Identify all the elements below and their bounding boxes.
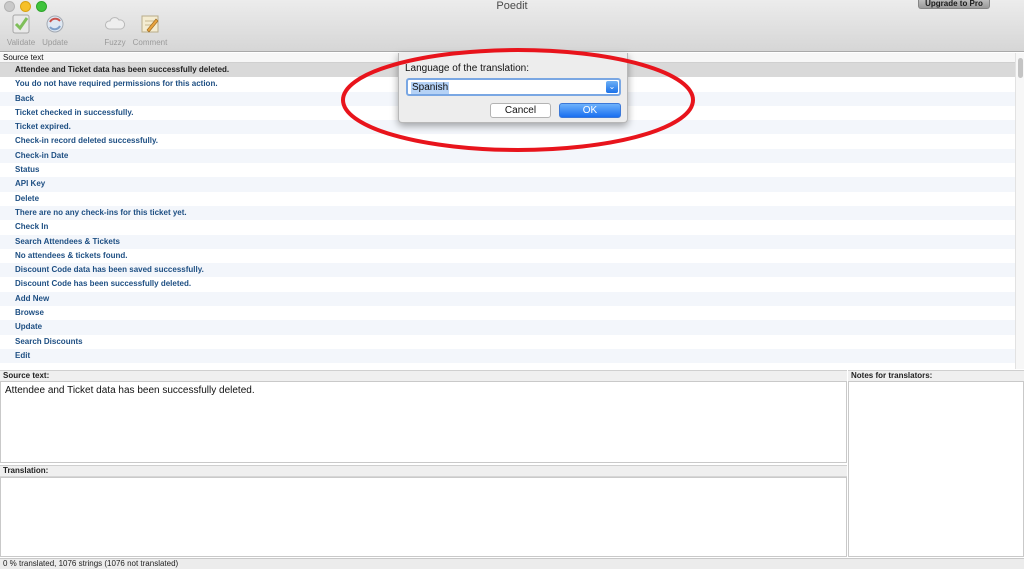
notes-view [848, 381, 1024, 557]
update-button[interactable]: Update [35, 13, 75, 47]
selected-language: Spanish [411, 82, 450, 94]
title-bar: Poedit Upgrade to Pro Validate Update Fu… [0, 0, 1024, 52]
list-item[interactable]: No attendees & tickets found. [0, 249, 1015, 263]
list-item[interactable]: API Key [0, 177, 1015, 192]
list-item[interactable]: Delete [0, 192, 1015, 206]
list-item[interactable]: Discount Code has been successfully dele… [0, 277, 1015, 291]
list-item[interactable]: Check-in record deleted successfully. [0, 134, 1015, 148]
status-bar: 0 % translated, 1076 strings (1076 not t… [0, 558, 1024, 569]
list-item[interactable]: Check-in Date [0, 148, 1015, 164]
list-item[interactable]: Search Attendees & Tickets [0, 234, 1015, 249]
source-text-view: Attendee and Ticket data has been succes… [0, 381, 847, 463]
window-title: Poedit [496, 0, 528, 12]
source-column-header[interactable]: Source text [3, 53, 43, 62]
comment-button[interactable]: Comment [130, 13, 170, 47]
chevron-down-icon[interactable]: ⌄ [606, 81, 618, 93]
list-item[interactable]: Browse [0, 306, 1015, 320]
translation-input[interactable] [0, 477, 847, 557]
list-item[interactable]: Status [0, 163, 1015, 177]
pencil-note-icon [141, 15, 159, 33]
fuzzy-label: Fuzzy [104, 38, 126, 47]
scrollbar-thumb[interactable] [1018, 58, 1023, 78]
list-item[interactable]: There are no any check-ins for this tick… [0, 205, 1015, 221]
update-icon [46, 15, 64, 33]
comment-label: Comment [132, 38, 168, 47]
language-dialog: Language of the translation: Spanish ⌄ C… [398, 53, 628, 123]
list-item[interactable]: Edit [0, 348, 1015, 364]
language-select[interactable]: Spanish ⌄ [406, 78, 621, 96]
ok-button[interactable]: OK [559, 103, 621, 118]
validate-icon [12, 14, 30, 34]
list-item[interactable]: Search Discounts [0, 335, 1015, 349]
cloud-icon [105, 17, 126, 30]
list-item[interactable]: Add New [0, 291, 1015, 307]
source-text-value: Attendee and Ticket data has been succes… [5, 385, 255, 396]
poedit-window: Poedit Upgrade to Pro Validate Update Fu… [0, 0, 1024, 569]
list-item[interactable]: Update [0, 320, 1015, 335]
list-item[interactable]: Check In [0, 220, 1015, 234]
list-item[interactable]: Discount Code data has been saved succes… [0, 263, 1015, 278]
fuzzy-button[interactable]: Fuzzy [95, 13, 135, 47]
list-scrollbar[interactable] [1015, 53, 1024, 369]
cancel-button[interactable]: Cancel [490, 103, 551, 118]
translation-pane-label: Translation: [0, 465, 847, 477]
update-label: Update [42, 38, 68, 47]
upgrade-to-pro-button[interactable]: Upgrade to Pro [918, 0, 990, 9]
language-label: Language of the translation: [405, 63, 529, 74]
